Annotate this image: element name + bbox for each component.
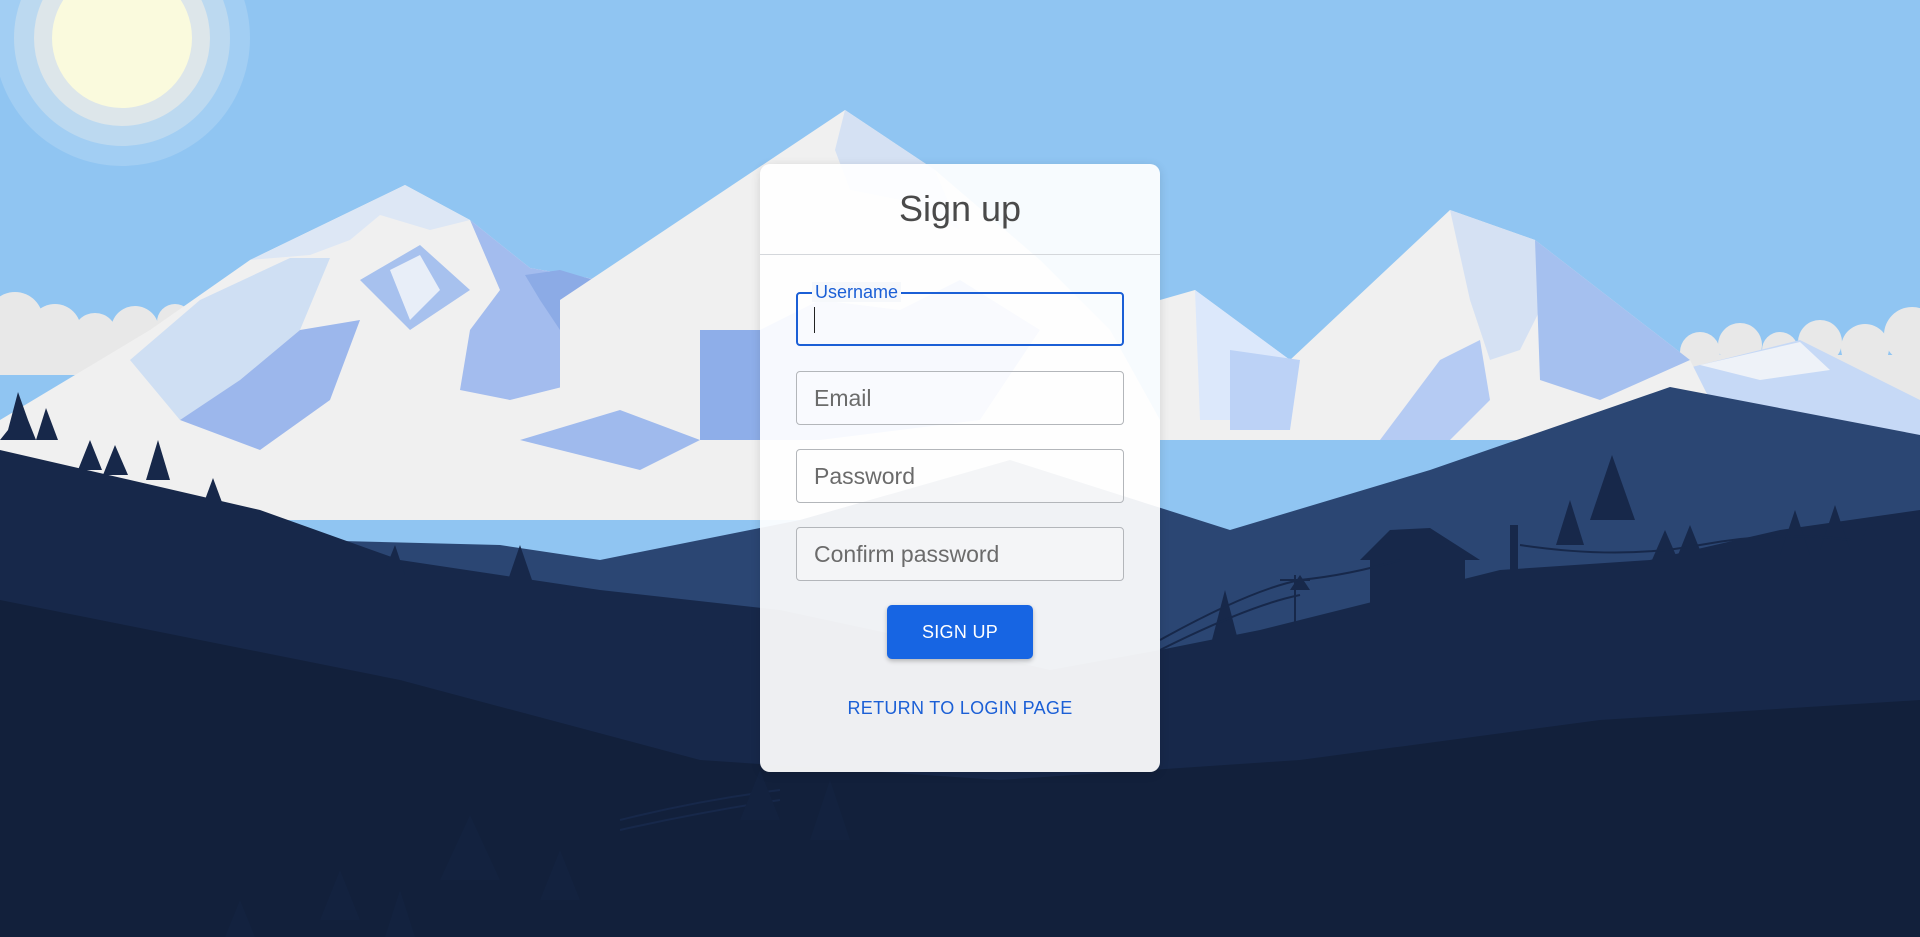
page-title: Sign up bbox=[898, 188, 1022, 229]
text-cursor bbox=[814, 307, 815, 333]
sign-up-button[interactable]: SIGN UP bbox=[887, 605, 1033, 659]
return-to-login-link[interactable]: RETURN TO LOGIN PAGE bbox=[760, 698, 1160, 719]
username-label: Username bbox=[812, 282, 902, 302]
signup-card: Sign up Username SIGN UP RETURN TO LOGIN… bbox=[760, 164, 1160, 772]
card-header: Sign up bbox=[760, 164, 1160, 255]
email-input[interactable] bbox=[797, 372, 1123, 424]
password-field[interactable] bbox=[796, 449, 1124, 503]
password-input[interactable] bbox=[797, 450, 1123, 502]
confirm-password-input[interactable] bbox=[797, 528, 1123, 580]
email-field[interactable] bbox=[796, 371, 1124, 425]
username-field[interactable]: Username bbox=[796, 282, 1124, 346]
confirm-password-field[interactable] bbox=[796, 527, 1124, 581]
